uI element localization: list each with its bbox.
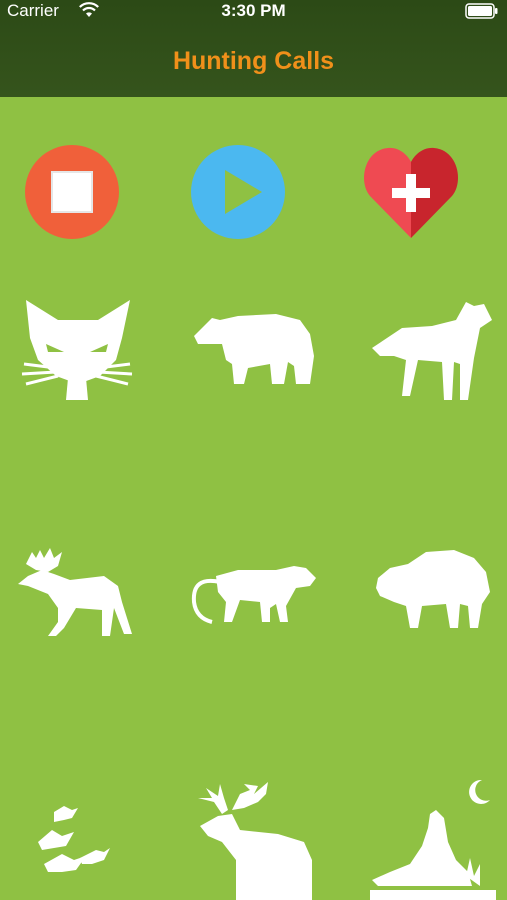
- add-favorite-button[interactable]: [362, 144, 460, 240]
- ducks-button[interactable]: [34, 802, 112, 882]
- stop-icon: [25, 145, 119, 239]
- status-bar: Carrier 3:30 PM: [0, 0, 507, 24]
- mountain-lion-button[interactable]: [190, 562, 318, 626]
- bison-button[interactable]: [374, 548, 492, 632]
- nav-bar: Carrier 3:30 PM Hunting Calls: [0, 0, 507, 97]
- play-icon: [191, 145, 285, 239]
- moose-button[interactable]: [14, 546, 134, 638]
- bison-icon: [376, 550, 490, 628]
- bobcat-icon: [21, 300, 133, 400]
- battery-icon: [465, 3, 499, 19]
- stop-button[interactable]: [24, 144, 120, 240]
- mountain-lion-icon: [191, 566, 316, 624]
- coyote-button[interactable]: [370, 776, 496, 900]
- ducks-icon: [38, 806, 110, 872]
- bear-button[interactable]: [190, 312, 316, 388]
- clock-label: 3:30 PM: [221, 1, 286, 20]
- elk-icon: [198, 782, 312, 900]
- bobcat-button[interactable]: [20, 298, 135, 406]
- wolf-button[interactable]: [370, 298, 496, 402]
- wolf-icon: [372, 302, 492, 400]
- moose-icon: [18, 548, 132, 636]
- heart-plus-icon: [364, 147, 458, 238]
- coyote-icon: [370, 779, 496, 900]
- bear-icon: [194, 314, 314, 384]
- elk-button[interactable]: [192, 780, 316, 900]
- play-button[interactable]: [190, 144, 286, 240]
- page-title: Hunting Calls: [172, 47, 335, 75]
